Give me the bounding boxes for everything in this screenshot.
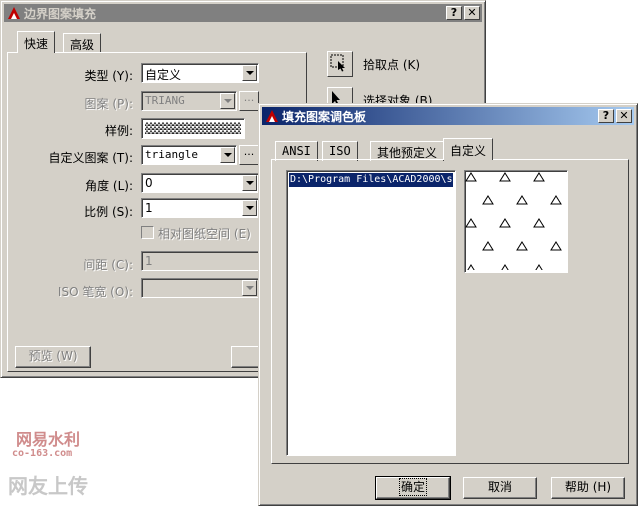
- pattern-file-list[interactable]: D:\Program Files\ACAD2000\su: [286, 170, 456, 456]
- spacing-value: 1: [145, 254, 153, 268]
- tab-custom[interactable]: 自定义: [443, 138, 494, 160]
- close-title-button[interactable]: ✕: [464, 6, 480, 20]
- relative-paper-checkbox[interactable]: [141, 226, 154, 239]
- custom-pattern-label: 自定义图案 (T):: [48, 151, 133, 165]
- palette-titlebar[interactable]: 填充图案调色板 ? ✕: [262, 107, 634, 125]
- type-select[interactable]: 自定义: [141, 63, 259, 83]
- custom-pattern-select[interactable]: triangle: [141, 145, 237, 165]
- angle-label: 角度 (L):: [85, 179, 133, 193]
- watermark-line3: 网友上传: [8, 474, 88, 498]
- cancel-label: 取消: [487, 480, 512, 494]
- ok-button[interactable]: 确定: [375, 476, 451, 500]
- watermark-line1: 网易水利: [16, 430, 81, 449]
- scale-value: 1: [145, 201, 153, 215]
- ok-label: 确定: [398, 478, 428, 496]
- autocad-app-icon: [8, 7, 20, 19]
- list-item[interactable]: D:\Program Files\ACAD2000\su: [289, 173, 453, 187]
- chevron-down-icon[interactable]: [220, 147, 235, 163]
- pattern-select[interactable]: TRIANG: [141, 91, 237, 111]
- iso-pen-select[interactable]: [141, 278, 259, 298]
- close-title-button[interactable]: ✕: [616, 109, 632, 123]
- chevron-down-icon[interactable]: [242, 200, 257, 216]
- hatch-pattern-palette-dialog: 填充图案调色板 ? ✕ ANSI ISO 其他预定义 自定义 D:\Progra…: [258, 103, 638, 506]
- pattern-label: 图案 (P):: [84, 97, 133, 111]
- tab-ansi[interactable]: ANSI: [275, 141, 318, 161]
- chevron-down-icon[interactable]: [242, 175, 257, 191]
- scale-select[interactable]: 1: [141, 198, 259, 218]
- type-label: 类型 (Y):: [84, 69, 133, 83]
- chevron-down-icon[interactable]: [242, 280, 257, 296]
- relative-paper-label: 相对图纸空间 (E): [158, 227, 251, 241]
- type-value: 自定义: [145, 68, 182, 82]
- scale-label: 比例 (S):: [84, 205, 133, 219]
- window-title: 边界图案填充: [24, 6, 97, 21]
- help-title-button[interactable]: ?: [446, 6, 462, 20]
- window-title: 填充图案调色板: [282, 109, 367, 124]
- tab-quick[interactable]: 快速: [17, 31, 56, 53]
- pattern-browse-button[interactable]: ...: [239, 91, 259, 111]
- triangle-swatch-icon: [145, 122, 241, 134]
- tab-advanced[interactable]: 高级: [63, 33, 102, 53]
- chevron-down-icon[interactable]: [220, 93, 235, 109]
- pick-points-label[interactable]: 拾取点 (K): [363, 56, 420, 73]
- angle-select[interactable]: 0: [141, 173, 259, 193]
- watermark: 网易水利 co-163.com 网友上传: [4, 426, 114, 502]
- custom-pattern-browse-button[interactable]: ...: [239, 145, 259, 165]
- chevron-down-icon[interactable]: [242, 65, 257, 81]
- pick-points-button[interactable]: [327, 51, 353, 77]
- swatch-label: 样例:: [104, 124, 133, 138]
- autocad-app-icon: [266, 110, 278, 122]
- custom-pattern-value: triangle: [145, 148, 198, 161]
- pattern-value: TRIANG: [145, 94, 185, 107]
- pattern-preview: [464, 170, 568, 273]
- boundary-hatch-titlebar[interactable]: 边界图案填充 ? ✕: [4, 4, 482, 22]
- cancel-button[interactable]: 取消: [463, 477, 537, 499]
- help-title-button[interactable]: ?: [598, 109, 614, 123]
- spacing-input[interactable]: 1: [141, 251, 259, 271]
- tab-other-predefined[interactable]: 其他预定义: [370, 141, 445, 161]
- triangle-pattern-preview-icon: [465, 171, 565, 270]
- help-label: 帮助 (H): [564, 480, 612, 494]
- spacing-label: 间距 (C):: [83, 258, 133, 272]
- swatch-preview[interactable]: [141, 118, 245, 139]
- help-button[interactable]: 帮助 (H): [551, 477, 625, 499]
- iso-pen-label: ISO 笔宽 (O):: [57, 285, 133, 299]
- preview-button[interactable]: 预览 (W): [15, 346, 91, 368]
- watermark-line2: co-163.com: [12, 448, 73, 459]
- preview-label: 预览 (W): [28, 349, 78, 363]
- tab-iso[interactable]: ISO: [322, 141, 358, 161]
- pick-points-icon: [330, 54, 345, 72]
- angle-value: 0: [145, 176, 153, 190]
